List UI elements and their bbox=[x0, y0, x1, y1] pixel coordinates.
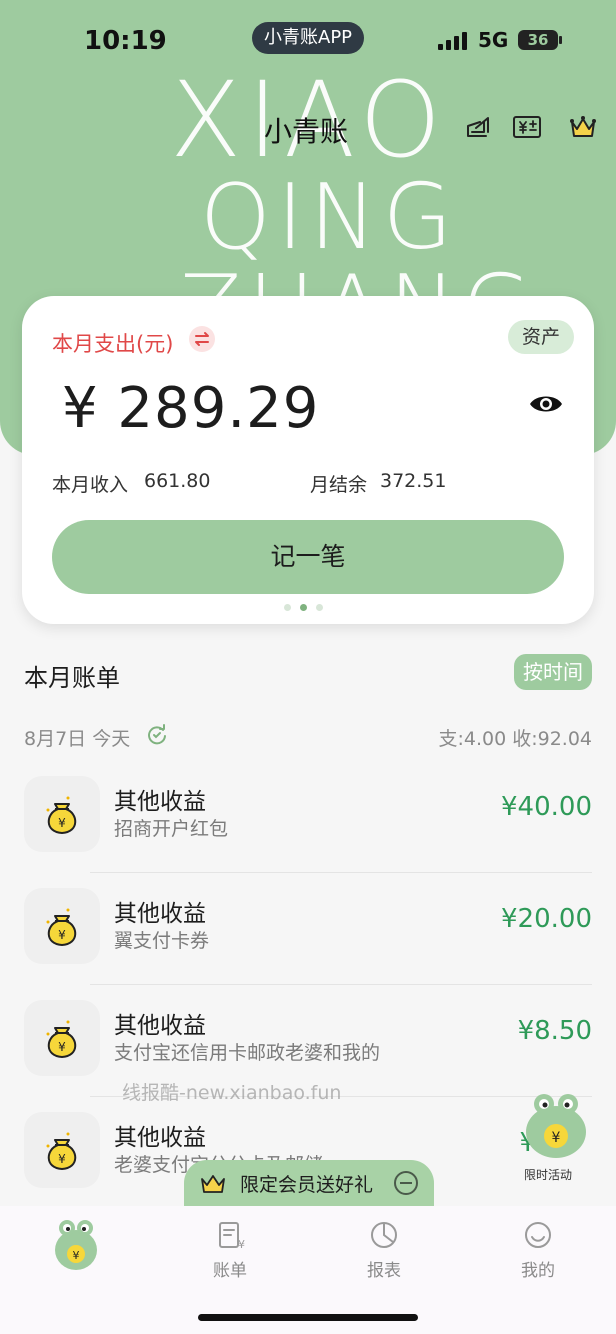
swap-icon[interactable] bbox=[189, 326, 215, 352]
list-item[interactable]: ¥ 其他收益 招商开户红包 ¥40.00 bbox=[0, 768, 616, 880]
tab-mine-label: 我的 bbox=[521, 1261, 555, 1281]
svg-text:¥: ¥ bbox=[58, 1152, 66, 1166]
page-indicator bbox=[284, 604, 323, 611]
item-note: 翼支付卡券 bbox=[114, 930, 210, 952]
tab-reports[interactable]: 报表 bbox=[344, 1220, 424, 1281]
expense-label: 本月支出(元) bbox=[52, 332, 174, 356]
eye-icon[interactable] bbox=[528, 392, 564, 416]
list-item[interactable]: ¥ 其他收益 翼支付卡券 ¥20.00 bbox=[0, 880, 616, 992]
svg-text:¥: ¥ bbox=[73, 1249, 80, 1262]
bills-title: 本月账单 bbox=[24, 664, 120, 692]
svg-text:¥: ¥ bbox=[238, 1238, 245, 1250]
record-button[interactable]: 记一笔 bbox=[52, 520, 564, 594]
status-bar: 10:19 小青账APP 5G 36 bbox=[0, 18, 616, 66]
svg-text:¥: ¥ bbox=[58, 816, 66, 830]
sort-by-time-button[interactable]: 按时间 bbox=[514, 654, 592, 690]
battery-icon: 36 bbox=[518, 30, 558, 50]
income-label: 本月收入 bbox=[52, 474, 129, 496]
crown-icon[interactable] bbox=[568, 112, 598, 142]
signal-icon bbox=[438, 32, 467, 50]
item-note: 招商开户红包 bbox=[114, 818, 229, 840]
limited-activity-label[interactable]: 限时活动 bbox=[524, 1166, 572, 1183]
network-type: 5G bbox=[478, 28, 509, 52]
money-bag-icon: ¥ bbox=[24, 1112, 100, 1188]
tab-bills-label: 账单 bbox=[213, 1261, 247, 1281]
app-name-pill: 小青账APP bbox=[252, 22, 365, 54]
crown-icon bbox=[201, 1175, 225, 1193]
ledger-stack-icon[interactable] bbox=[464, 112, 494, 142]
page-dot bbox=[316, 604, 323, 611]
page-dot bbox=[300, 604, 307, 611]
item-category: 其他收益 bbox=[114, 1125, 206, 1151]
item-note: 支付宝还信用卡邮政老婆和我的 bbox=[114, 1042, 381, 1064]
divider bbox=[90, 984, 592, 985]
tab-home[interactable]: ¥ bbox=[36, 1216, 116, 1276]
promo-text: 限定会员送好礼 bbox=[240, 1174, 374, 1196]
divider bbox=[90, 872, 592, 873]
bill-date: 8月7日 今天 bbox=[24, 728, 131, 750]
item-amount: ¥40.00 bbox=[501, 792, 592, 822]
assets-button[interactable]: 资产 bbox=[508, 320, 575, 354]
balance-value: 372.51 bbox=[380, 470, 447, 492]
home-indicator bbox=[198, 1314, 418, 1321]
svg-text:¥: ¥ bbox=[58, 928, 66, 942]
status-time: 10:19 bbox=[84, 26, 167, 56]
member-promo-banner[interactable]: 限定会员送好礼 bbox=[184, 1160, 434, 1206]
item-category: 其他收益 bbox=[114, 901, 206, 927]
item-amount: ¥8.50 bbox=[517, 1016, 592, 1046]
page-title: 小青账 bbox=[264, 115, 349, 148]
item-amount: ¥20.00 bbox=[501, 904, 592, 934]
monthly-summary-card: 本月支出(元) 资产 ¥ 289.29 本月收入 661.80 月结余 372.… bbox=[22, 296, 594, 624]
battery-tip bbox=[559, 36, 562, 44]
tab-bills[interactable]: ¥ 账单 bbox=[190, 1220, 270, 1281]
bill-icon: ¥ bbox=[219, 1222, 245, 1250]
header-deco-row: QING bbox=[200, 165, 459, 270]
watermark: 线报酷-new.xianbao.fun bbox=[122, 1082, 342, 1104]
money-bag-icon: ¥ bbox=[24, 1000, 100, 1076]
mascot-home-icon: ¥ bbox=[55, 1220, 97, 1270]
svg-text:¥: ¥ bbox=[58, 1040, 66, 1054]
smiley-icon bbox=[525, 1222, 551, 1248]
expense-amount: ¥ 289.29 bbox=[62, 376, 320, 441]
income-value: 661.80 bbox=[144, 470, 211, 492]
tab-mine[interactable]: 我的 bbox=[498, 1220, 578, 1281]
page-dot bbox=[284, 604, 291, 611]
mascot-activity-icon[interactable]: ¥ bbox=[520, 1088, 592, 1160]
item-category: 其他收益 bbox=[114, 789, 206, 815]
money-bag-icon: ¥ bbox=[24, 776, 100, 852]
day-summary: 支:4.00 收:92.04 bbox=[438, 728, 592, 750]
svg-text:¥: ¥ bbox=[552, 1130, 561, 1146]
budget-icon[interactable] bbox=[512, 112, 542, 142]
refresh-icon[interactable] bbox=[146, 724, 168, 746]
balance-label: 月结余 bbox=[310, 474, 368, 496]
tab-reports-label: 报表 bbox=[367, 1261, 401, 1281]
money-bag-icon: ¥ bbox=[24, 888, 100, 964]
collapse-icon[interactable] bbox=[394, 1171, 418, 1195]
pie-chart-icon bbox=[371, 1222, 397, 1248]
item-category: 其他收益 bbox=[114, 1013, 206, 1039]
